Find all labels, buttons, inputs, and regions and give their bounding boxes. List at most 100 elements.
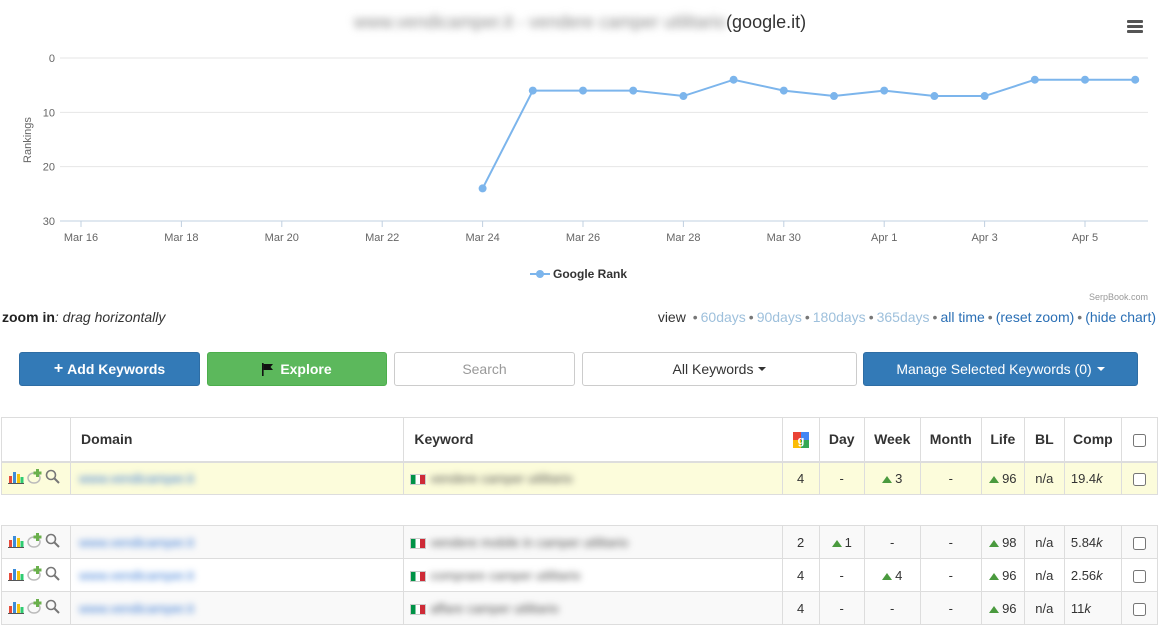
row-checkbox[interactable] — [1132, 536, 1146, 550]
separator-dot: • — [932, 309, 938, 325]
table-row: www.vendicamper.it vendere mobile in camp… — [0, 525, 1159, 559]
comp-header[interactable]: Comp — [1063, 417, 1122, 463]
view-option-2[interactable]: 180days — [813, 309, 866, 325]
data-point[interactable] — [830, 92, 838, 101]
day-header[interactable]: Day — [818, 417, 865, 463]
arrow-up-icon — [882, 475, 893, 483]
domain-cell[interactable]: www.vendicamper.it — [70, 525, 405, 559]
legend-item-label[interactable]: Google Rank — [553, 267, 627, 281]
arrow-up-icon — [989, 539, 1000, 547]
data-point[interactable] — [528, 86, 537, 95]
keyword-header[interactable]: Keyword — [403, 417, 783, 463]
search-icon[interactable] — [45, 566, 60, 584]
zoom-controls: zoom in: drag horizontally view • 60days •… — [0, 309, 1160, 327]
view-option-1[interactable]: 90days — [757, 309, 802, 325]
data-point[interactable] — [729, 75, 738, 84]
domain-cell[interactable]: www.vendicamper.it — [70, 558, 405, 592]
data-point[interactable] — [1081, 75, 1089, 84]
competition-cell: 19.4k — [1063, 461, 1122, 495]
chart-plot[interactable]: 0 10 20 30 Rankings Mar 16 Mar 18 Mar 20 Mar 22 M… — [0, 0, 1160, 290]
google-rank-header[interactable]: g — [781, 417, 820, 463]
data-point[interactable] — [629, 86, 638, 95]
week-header[interactable]: Week — [863, 417, 921, 463]
view-option-0[interactable]: 60days — [701, 309, 746, 325]
add-keywords-button[interactable]: + Add Keywords — [19, 352, 200, 386]
separator-dot: • — [804, 309, 810, 325]
bl-header[interactable]: BL — [1023, 417, 1065, 463]
row-select-cell — [1120, 461, 1159, 495]
add-note-icon[interactable] — [26, 468, 43, 488]
arrow-up-icon — [882, 572, 893, 580]
series-line — [481, 78, 1136, 189]
search-icon[interactable] — [45, 599, 60, 617]
keyword-text: vendere mobile in camper utilitario — [430, 534, 629, 550]
ranking-chart[interactable]: www.vendicamper.it - vendere camper util… — [0, 0, 1160, 305]
row-actions — [0, 525, 72, 559]
backlinks-cell: n/a — [1023, 591, 1065, 625]
x-tick-label: Mar 28 — [666, 232, 700, 244]
view-option-4[interactable]: all time — [940, 309, 984, 325]
separator-dot: • — [1077, 309, 1083, 325]
plus-icon: + — [53, 360, 64, 377]
keyword-text: vendere camper utilitario — [430, 470, 573, 486]
competition-cell: 11k — [1063, 591, 1122, 625]
backlinks-cell: n/a — [1023, 461, 1065, 495]
life-header[interactable]: Life — [980, 417, 1025, 463]
data-point[interactable] — [679, 92, 688, 101]
chart-credit[interactable]: SerpBook.com — [1089, 292, 1148, 302]
view-option-3[interactable]: 365days — [877, 309, 930, 325]
domain-cell[interactable]: www.vendicamper.it — [70, 461, 405, 495]
actions-header — [0, 417, 72, 463]
competition-unit: k — [1096, 534, 1103, 550]
data-point[interactable] — [980, 92, 989, 101]
day-change-cell-value: 1 — [844, 534, 852, 550]
flag-icon — [262, 362, 274, 376]
bar-chart-icon[interactable] — [8, 533, 24, 551]
month-header[interactable]: Month — [919, 417, 982, 463]
domain-header[interactable]: Domain — [70, 417, 405, 463]
week-change-cell: - — [863, 591, 921, 625]
legend-marker — [536, 270, 544, 278]
row-checkbox[interactable] — [1132, 602, 1146, 616]
explore-label: Explore — [280, 361, 332, 377]
zoom-hint-text: : drag horizontally — [54, 309, 166, 325]
day-change-cell-value: - — [839, 600, 844, 616]
data-point[interactable] — [779, 86, 788, 95]
data-point[interactable] — [1030, 75, 1039, 84]
data-point[interactable] — [579, 86, 587, 95]
add-note-icon[interactable] — [26, 532, 43, 552]
arrow-up-icon — [989, 572, 1000, 580]
view-option-6[interactable]: (hide chart) — [1085, 309, 1156, 325]
search-icon[interactable] — [45, 533, 60, 551]
add-note-icon[interactable] — [26, 565, 43, 585]
data-point[interactable] — [478, 184, 487, 193]
data-point[interactable] — [1131, 75, 1140, 84]
search-icon[interactable] — [45, 469, 60, 487]
domain-link[interactable]: www.vendicamper.it — [79, 535, 194, 550]
day-change-cell: 1 — [818, 525, 865, 559]
separator-dot: • — [692, 309, 698, 325]
view-option-5[interactable]: (reset zoom) — [996, 309, 1075, 325]
add-note-icon[interactable] — [26, 598, 43, 618]
bar-chart-icon[interactable] — [8, 566, 24, 584]
bar-chart-icon[interactable] — [8, 599, 24, 617]
bar-chart-icon[interactable] — [8, 469, 24, 487]
month-change-cell-value: - — [948, 534, 953, 550]
domain-link[interactable]: www.vendicamper.it — [79, 471, 194, 486]
search-input[interactable] — [394, 352, 575, 386]
manage-selected-dropdown[interactable]: Manage Selected Keywords (0) — [863, 352, 1138, 386]
keyword-filter-dropdown[interactable]: All Keywords — [582, 352, 857, 386]
domain-link[interactable]: www.vendicamper.it — [79, 568, 194, 583]
domain-link[interactable]: www.vendicamper.it — [79, 601, 194, 616]
data-point[interactable] — [880, 86, 889, 95]
week-change-cell-value: 4 — [895, 567, 903, 583]
row-checkbox[interactable] — [1132, 472, 1146, 486]
svg-text:g: g — [797, 435, 804, 447]
domain-cell[interactable]: www.vendicamper.it — [70, 591, 405, 625]
explore-button[interactable]: Explore — [207, 352, 387, 386]
data-point[interactable] — [930, 92, 939, 101]
row-checkbox[interactable] — [1132, 569, 1146, 583]
day-change-cell: - — [818, 461, 865, 495]
select-all-checkbox[interactable] — [1132, 434, 1146, 448]
month-change-cell-value: - — [948, 600, 953, 616]
